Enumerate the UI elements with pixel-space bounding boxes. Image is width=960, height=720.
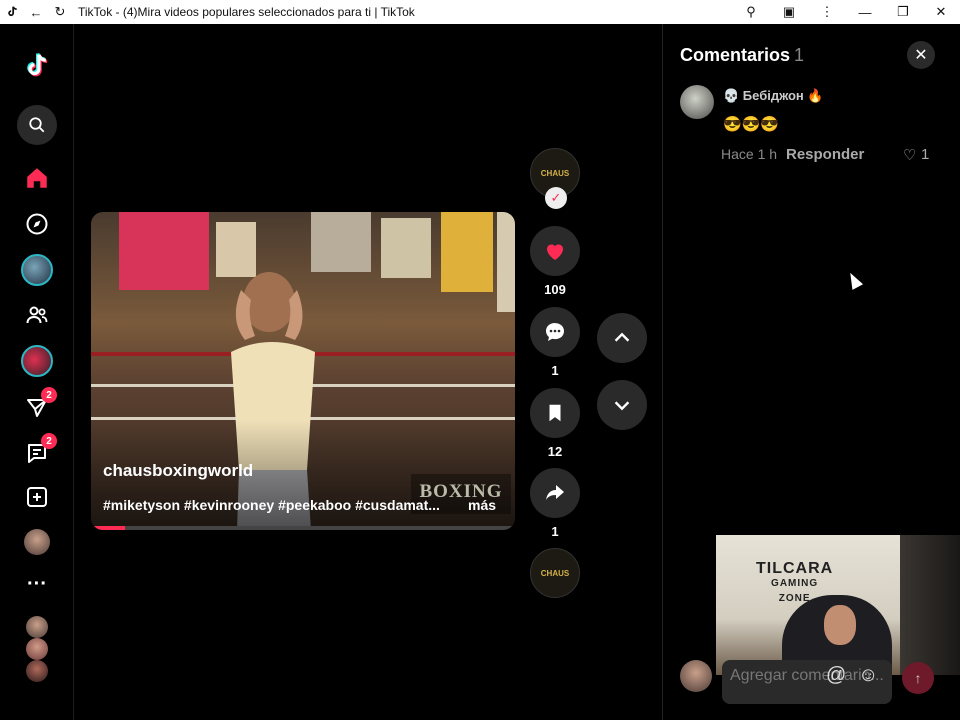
back-arrow-icon[interactable]: ←: [24, 0, 48, 24]
webcam-background: [900, 535, 960, 675]
following-account-3[interactable]: [17, 660, 57, 682]
home-icon: [27, 168, 47, 188]
more-dots-icon: ···: [27, 572, 47, 595]
caption-more-link[interactable]: más: [468, 497, 496, 513]
browser-titlebar: ← ↻ TikTok - (4)Mira videos populares se…: [0, 0, 960, 24]
tiktok-logo-icon[interactable]: [17, 46, 57, 86]
compass-icon: [26, 213, 48, 235]
nav-live-button[interactable]: [17, 250, 57, 290]
progress-fill: [91, 526, 125, 530]
comment-count: 1: [551, 363, 559, 378]
chevron-down-icon: [614, 401, 630, 411]
comment-text: 😎😎😎: [723, 116, 780, 133]
tiktok-favicon-icon: [0, 0, 24, 24]
poster-decoration: [381, 218, 431, 278]
webcam-overlay: TILCARA GAMING ZONE: [716, 535, 960, 675]
mention-icon[interactable]: @: [826, 664, 846, 687]
people-icon: [26, 306, 48, 324]
like-count: 109: [544, 282, 566, 297]
kebab-menu-icon[interactable]: ⋮: [808, 4, 846, 20]
nav-friends-button[interactable]: [17, 341, 57, 381]
friend-avatar: [21, 345, 53, 377]
plus-square-icon: [27, 487, 47, 507]
nav-upload-button[interactable]: [17, 477, 57, 517]
close-icon: ✕: [914, 47, 928, 64]
following-account-2[interactable]: [17, 638, 57, 660]
streamer-face: [824, 605, 856, 645]
window-title: TikTok - (4)Mira videos populares selecc…: [78, 5, 415, 19]
window-controls: ⚲ ▣ ⋮ — ❐ ✕: [732, 0, 960, 24]
inbox-badge: 2: [41, 433, 57, 449]
account-avatar: [26, 638, 48, 660]
comment-like-icon[interactable]: ♡: [903, 146, 916, 164]
nav-explore-button[interactable]: [17, 204, 57, 244]
arrow-up-icon: ↑: [914, 670, 922, 686]
comment-username[interactable]: 💀 Бебіджон 🔥: [723, 88, 824, 104]
comments-count: 1: [794, 45, 805, 65]
like-button[interactable]: [530, 226, 580, 276]
share-count: 1: [551, 524, 559, 539]
comments-title-label: Comentarios: [680, 45, 791, 65]
nav-profile-button[interactable]: [17, 522, 57, 562]
live-avatar: [21, 254, 53, 286]
emoji-icon[interactable]: ☺: [858, 664, 878, 687]
save-button[interactable]: [530, 388, 580, 438]
reply-button[interactable]: Responder: [786, 146, 864, 163]
share-arrow-icon: [546, 485, 564, 500]
post-comment-button[interactable]: ↑: [902, 662, 934, 694]
comment-author-avatar[interactable]: [680, 85, 714, 119]
close-window-icon[interactable]: ✕: [922, 4, 960, 20]
comments-title: Comentarios 1: [680, 45, 804, 66]
account-avatar: [26, 616, 48, 638]
current-user-avatar: [680, 660, 712, 692]
nav-messages-button[interactable]: 2: [17, 387, 57, 427]
reload-icon[interactable]: ↻: [48, 0, 72, 24]
nav-home-button[interactable]: [17, 158, 57, 198]
sound-disc-avatar[interactable]: CHAUS: [530, 548, 580, 598]
following-check-icon[interactable]: ✓: [545, 187, 567, 209]
messages-badge: 2: [41, 387, 57, 403]
share-button[interactable]: [530, 468, 580, 518]
sign-line-1: TILCARA: [756, 560, 834, 577]
account-avatar: [26, 660, 48, 682]
heart-icon: [547, 244, 563, 260]
next-video-button[interactable]: [597, 380, 647, 430]
close-comments-button[interactable]: ✕: [907, 41, 935, 69]
bookmark-icon: [549, 404, 561, 422]
comment-button[interactable]: [530, 307, 580, 357]
search-icon: [29, 117, 45, 133]
poster-decoration: [497, 212, 515, 312]
poster-decoration: [441, 212, 493, 292]
video-progress-bar[interactable]: [91, 526, 515, 530]
minimize-icon[interactable]: —: [846, 5, 884, 20]
chevron-up-icon: [614, 332, 630, 342]
zoom-icon[interactable]: ⚲: [732, 4, 770, 20]
nav-following-button[interactable]: [17, 295, 57, 335]
comment-bubble-icon: [546, 323, 564, 341]
video-author[interactable]: chausboxingworld: [103, 461, 253, 481]
sidebar-nav: 2 2 ···: [0, 24, 74, 720]
comment-like-count: 1: [921, 146, 930, 163]
sign-line-2: GAMING: [771, 578, 819, 589]
puzzle-icon[interactable]: ▣: [770, 4, 808, 20]
profile-avatar: [24, 529, 50, 555]
poster-decoration: [119, 212, 209, 290]
save-count: 12: [547, 444, 563, 459]
previous-video-button[interactable]: [597, 313, 647, 363]
search-button[interactable]: [17, 105, 57, 145]
maximize-icon[interactable]: ❐: [884, 4, 922, 20]
video-player[interactable]: BOXING chausboxingworld #miketyson #kevi…: [91, 212, 515, 530]
following-account-1[interactable]: [17, 616, 57, 638]
nav-more-button[interactable]: ···: [17, 564, 57, 604]
comment-timestamp: Hace 1 h: [721, 146, 778, 162]
nav-inbox-button[interactable]: 2: [17, 433, 57, 473]
video-hashtags[interactable]: #miketyson #kevinrooney #peekaboo #cusda…: [103, 497, 440, 513]
comment-input-bar: Agregar comentario... @ ☺ ↑: [680, 660, 960, 704]
